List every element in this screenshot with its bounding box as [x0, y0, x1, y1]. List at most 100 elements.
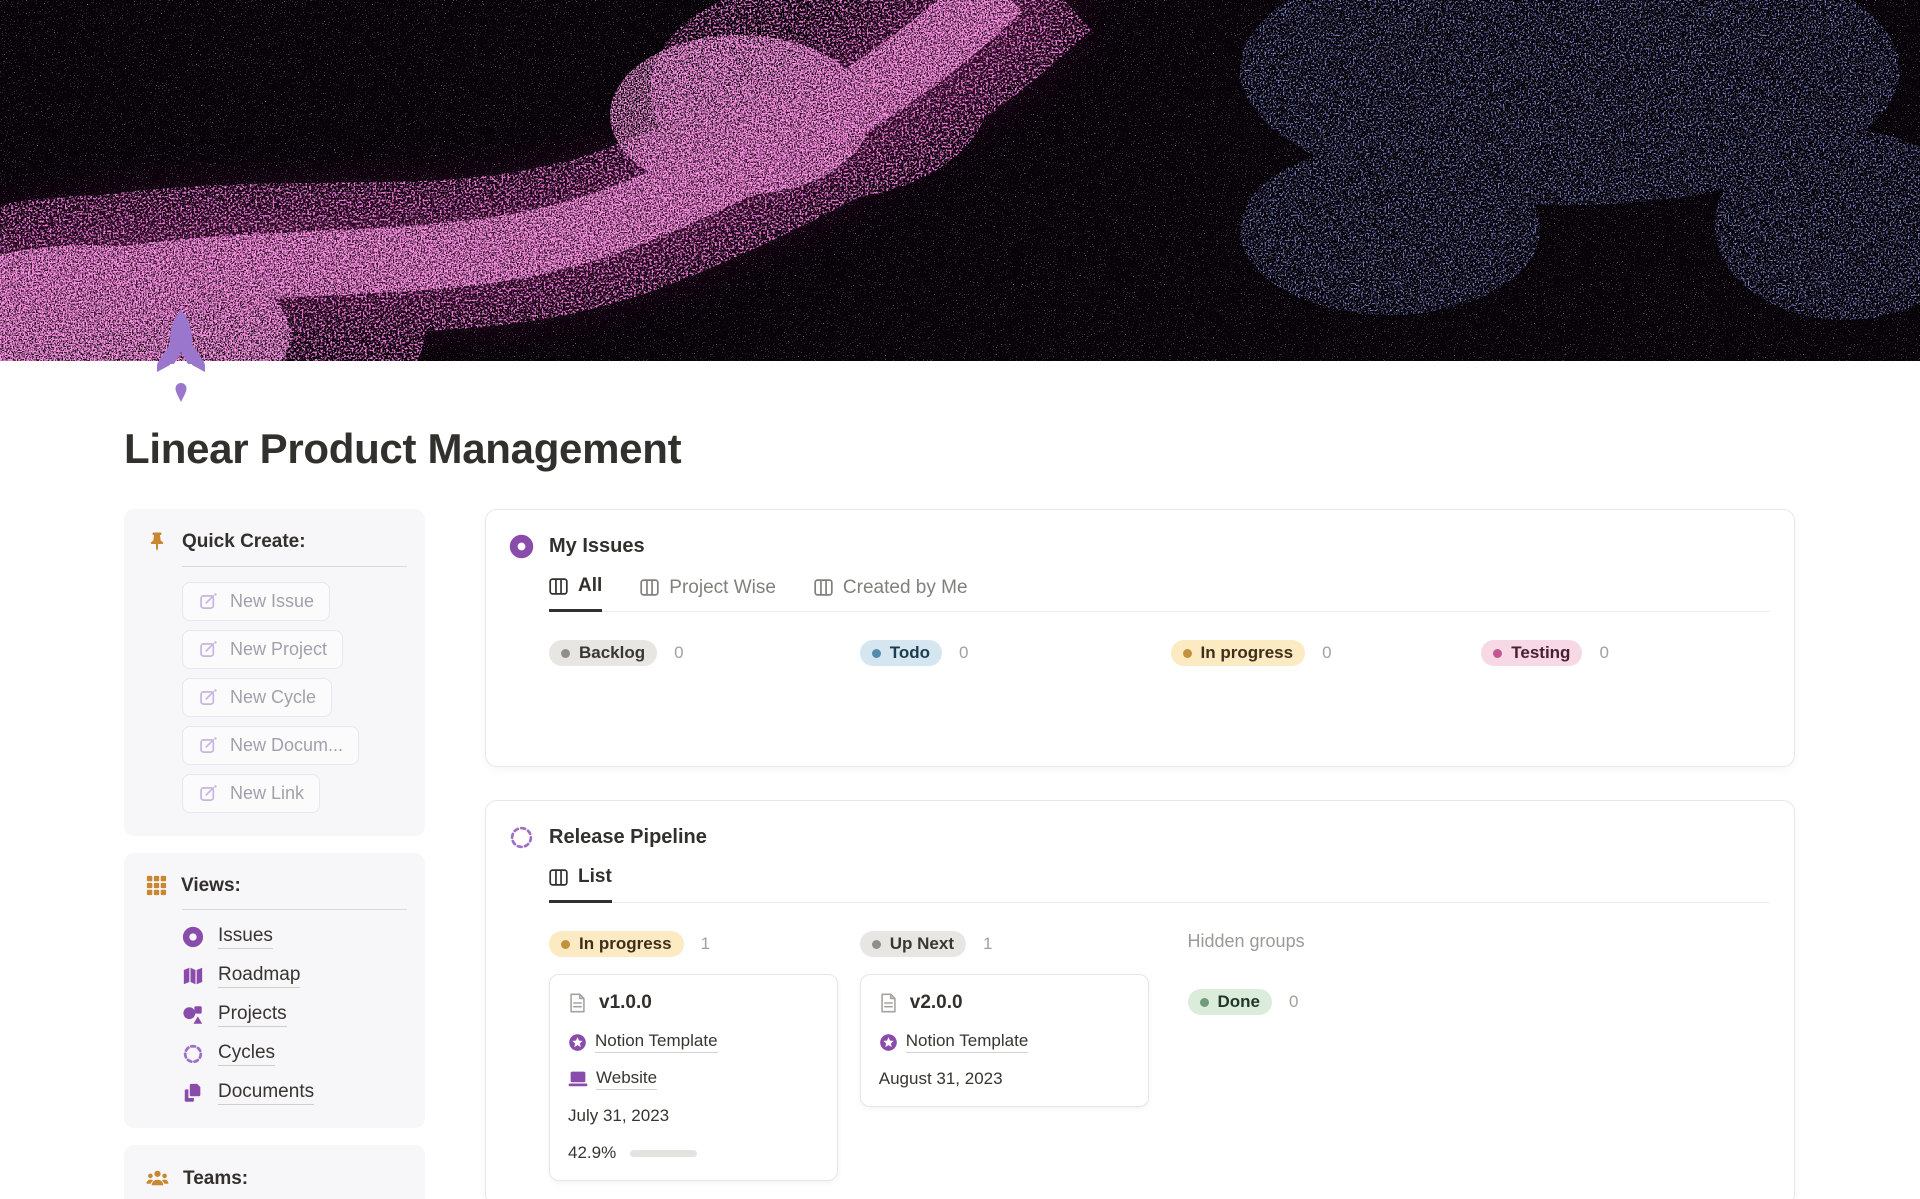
release-card-v2[interactable]: v2.0.0 Notion Template August 31, 2023 — [859, 974, 1149, 1107]
group-testing: Testing 0 — [1481, 640, 1770, 666]
link-label: Documents — [218, 1081, 315, 1105]
hidden-groups-label[interactable]: Hidden groups — [1188, 931, 1460, 952]
progress-bar — [630, 1149, 698, 1157]
new-project-button[interactable]: New Project — [182, 630, 344, 669]
compose-icon — [198, 687, 219, 708]
compose-icon — [198, 783, 219, 804]
link-label: Projects — [218, 1003, 287, 1027]
release-pipeline-tabs: List — [549, 866, 1770, 903]
new-link-button[interactable]: New Link — [182, 774, 321, 813]
status-dot — [1493, 648, 1503, 658]
group-label: Testing — [1511, 643, 1571, 662]
divider — [182, 566, 407, 567]
link-label: Cycles — [218, 1042, 276, 1066]
group-label: Todo — [889, 643, 931, 662]
page-title: Linear Product Management — [124, 425, 682, 472]
sidebar-link-roadmap[interactable]: Roadmap — [182, 964, 301, 988]
status-dot — [871, 648, 881, 658]
map-icon — [182, 965, 204, 987]
sidebar: Quick Create: New Issue New Project New … — [124, 509, 425, 1199]
tab-label: List — [578, 866, 612, 887]
page-icon — [879, 992, 898, 1014]
group-pill-todo[interactable]: Todo — [859, 640, 943, 666]
group-pill-up-next[interactable]: Up Next — [859, 931, 966, 957]
column-in-progress: In progress 1 v1.0.0 Notion Template Web… — [549, 931, 838, 1181]
tab-all[interactable]: All — [549, 575, 603, 612]
views-heading: Views: — [181, 874, 241, 896]
board-icon — [814, 579, 833, 596]
column-hidden-groups: Hidden groups Done 0 — [1171, 931, 1460, 1015]
star-circle-icon — [879, 1033, 898, 1052]
sidebar-link-projects[interactable]: Projects — [182, 1003, 287, 1027]
tab-label: All — [578, 575, 603, 596]
teams-card: Teams: — [124, 1145, 425, 1199]
notion-template-link[interactable]: Notion Template — [879, 1031, 1029, 1053]
sidebar-link-documents[interactable]: Documents — [182, 1081, 315, 1105]
progress-percent: 42.9% — [568, 1143, 617, 1162]
group-count: 0 — [1599, 643, 1609, 662]
main-column: My Issues All Project Wise Created by Me… — [485, 509, 1795, 1199]
group-in-progress: In progress 0 — [1170, 640, 1460, 666]
shapes-icon — [182, 1004, 204, 1026]
release-pipeline-groups: In progress 1 v1.0.0 Notion Template Web… — [549, 931, 1770, 1181]
tab-label: Project Wise — [669, 576, 776, 598]
column-up-next: Up Next 1 v2.0.0 Notion Template August … — [859, 931, 1149, 1107]
button-label: New Docum... — [230, 735, 344, 755]
status-dot — [561, 939, 570, 949]
page-columns: Quick Create: New Issue New Project New … — [124, 509, 1795, 1199]
divider — [182, 909, 407, 910]
new-document-button[interactable]: New Docum... — [182, 726, 360, 765]
issues-donut-icon — [182, 926, 204, 948]
group-pill-testing[interactable]: Testing — [1481, 640, 1583, 666]
laptop-icon — [568, 1070, 588, 1088]
board-icon — [549, 577, 568, 595]
group-label: Up Next — [889, 934, 954, 953]
status-dot — [871, 939, 881, 949]
teams-heading: Teams: — [183, 1167, 249, 1189]
button-label: New Project — [230, 639, 328, 659]
my-issues-tabs: All Project Wise Created by Me — [549, 575, 1770, 612]
release-title: v2.0.0 — [909, 992, 963, 1013]
people-icon — [145, 1166, 170, 1191]
link-label: Notion Template — [595, 1031, 718, 1053]
release-card-v1[interactable]: v1.0.0 Notion Template Website July 31, … — [549, 974, 838, 1181]
group-backlog: Backlog 0 — [549, 640, 838, 666]
my-issues-groups: Backlog 0 Todo 0 In progress 0 Testing 0 — [549, 640, 1770, 666]
group-pill-in-progress[interactable]: In progress — [1170, 640, 1306, 666]
status-dot — [1182, 648, 1192, 658]
tab-created-by-me[interactable]: Created by Me — [814, 575, 968, 612]
tab-label: Created by Me — [842, 576, 968, 598]
release-date: August 31, 2023 — [878, 1069, 1003, 1088]
group-pill-done[interactable]: Done — [1187, 989, 1272, 1015]
page-icon — [568, 992, 587, 1014]
button-label: New Cycle — [230, 687, 317, 707]
release-title: v1.0.0 — [599, 992, 652, 1013]
group-label: In progress — [1200, 643, 1294, 662]
sidebar-link-issues[interactable]: Issues — [182, 925, 273, 949]
group-pill-in-progress[interactable]: In progress — [549, 931, 684, 957]
group-count: 1 — [982, 934, 993, 953]
cover-banner — [0, 0, 1920, 402]
group-count: 0 — [959, 643, 969, 662]
group-count: 0 — [674, 643, 684, 662]
my-issues-title: My Issues — [549, 535, 645, 557]
tab-project-wise[interactable]: Project Wise — [640, 575, 776, 612]
group-count: 0 — [1289, 992, 1299, 1011]
release-date: July 31, 2023 — [568, 1106, 670, 1125]
sidebar-link-cycles[interactable]: Cycles — [182, 1042, 276, 1066]
group-label: In progress — [579, 934, 672, 953]
status-dot — [561, 648, 570, 658]
release-progress: 42.9% — [568, 1143, 819, 1163]
group-pill-backlog[interactable]: Backlog — [549, 640, 658, 666]
website-link[interactable]: Website — [568, 1068, 658, 1090]
quick-create-heading: Quick Create: — [182, 531, 306, 552]
group-todo: Todo 0 — [859, 640, 1149, 666]
button-label: New Issue — [230, 591, 315, 611]
new-issue-button[interactable]: New Issue — [182, 582, 331, 621]
tab-list[interactable]: List — [549, 866, 612, 903]
new-cycle-button[interactable]: New Cycle — [182, 678, 333, 717]
rocket-page-icon[interactable] — [148, 308, 214, 408]
release-pipeline-card: Release Pipeline List In progress 1 v1.0… — [485, 800, 1795, 1199]
particle-nebula-art — [0, 0, 1920, 361]
notion-template-link[interactable]: Notion Template — [568, 1031, 718, 1053]
